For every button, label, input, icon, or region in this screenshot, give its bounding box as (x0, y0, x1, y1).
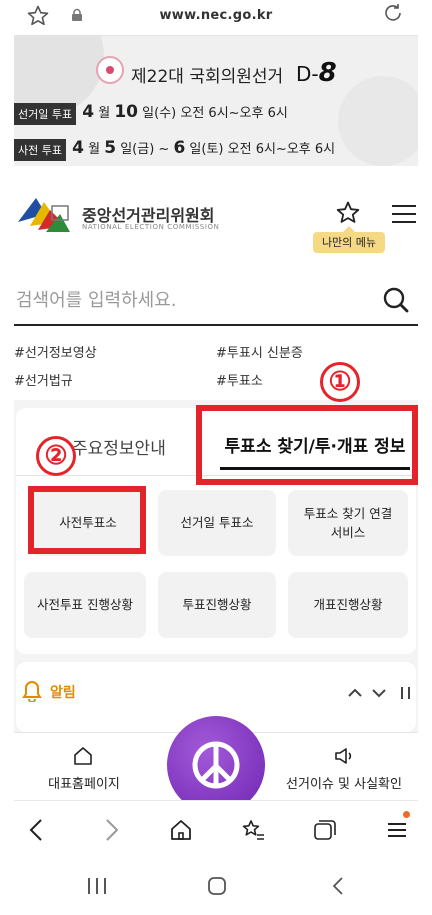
search-bar (14, 274, 418, 326)
tab-main-info[interactable]: 주요정보안내 (72, 434, 166, 459)
favorite-star-icon[interactable] (335, 200, 361, 226)
station-finder-service-button[interactable]: 투표소 찾기 연결 서비스 (288, 490, 408, 556)
forward-arrow-icon[interactable] (98, 817, 124, 843)
recent-apps-icon[interactable] (86, 876, 108, 896)
chevron-up-icon[interactable] (348, 688, 362, 698)
election-day-station-button[interactable]: 선거일 투표소 (158, 490, 276, 556)
counting-status-button[interactable]: 개표진행상황 (288, 572, 408, 638)
home-button-icon[interactable] (206, 876, 228, 896)
url-text[interactable]: www.nec.go.kr (14, 8, 418, 23)
election-day-tag: 선거일 투표 (14, 102, 77, 125)
hashtag-link[interactable]: #투표소 (216, 370, 263, 389)
reload-icon[interactable] (382, 2, 404, 24)
back-arrow-icon[interactable] (24, 817, 50, 843)
browser-page: www.nec.go.kr 제22대 국회의원선거 D-8 선거일 투표 4 월… (14, 0, 418, 915)
address-bar: www.nec.go.kr (14, 0, 418, 36)
browser-toolbar (14, 800, 418, 858)
early-voting-status-button[interactable]: 사전투표 진행상황 (24, 572, 146, 638)
annotation-box-tab (196, 405, 418, 485)
annotation-box-early-voting (28, 486, 146, 554)
annotation-number-one: ① (320, 362, 360, 402)
voting-status-button[interactable]: 투표진행상황 (158, 572, 276, 638)
election-day-row: 선거일 투표 4 월 10 일(수) 오전 6시~오후 6시 (14, 102, 288, 125)
search-input[interactable] (16, 282, 366, 318)
banner-decoration (338, 76, 418, 166)
right-gutter (418, 0, 432, 915)
left-gutter (0, 0, 14, 915)
hashtag-link[interactable]: #선거정보영상 (14, 342, 97, 361)
annotation-number-two: ② (36, 436, 76, 476)
early-voting-tag: 사전 투표 (14, 138, 66, 161)
pause-icon[interactable] (400, 686, 412, 700)
bookmarks-icon[interactable] (240, 817, 266, 843)
notice-label: 알림 (50, 685, 76, 701)
speaker-icon[interactable] (333, 745, 355, 767)
hashtag-link[interactable]: #투표시 신분증 (216, 342, 303, 361)
hashtag-link[interactable]: #선거법규 (14, 370, 73, 389)
chevron-down-icon[interactable] (372, 688, 386, 698)
early-voting-row: 사전 투표 4 월 5 일(금) ~ 6 일(토) 오전 6시~오후 6시 (14, 138, 335, 161)
election-banner[interactable]: 제22대 국회의원선거 D-8 선거일 투표 4 월 10 일(수) 오전 6시… (14, 36, 418, 166)
notification-dot (403, 811, 410, 818)
system-back-icon[interactable] (328, 876, 350, 896)
site-header: 중앙선거관리위원회 NATIONAL ELECTION COMMISSION 나… (14, 166, 418, 262)
bell-icon (22, 680, 42, 702)
browser-menu-icon[interactable] (384, 817, 410, 843)
system-navigation-bar (14, 858, 418, 915)
home-icon[interactable] (168, 817, 194, 843)
nec-logo-icon[interactable] (16, 192, 72, 234)
org-subtitle: NATIONAL ELECTION COMMISSION (82, 223, 220, 231)
dday-counter: D-8 (296, 58, 337, 88)
election-issue-link[interactable]: 선거이슈 및 사실확인 (274, 773, 414, 792)
main-homepage-link[interactable]: 대표홈페이지 (28, 773, 140, 792)
search-icon[interactable] (382, 286, 410, 314)
tabs-icon[interactable] (312, 817, 338, 843)
mascot-logo-icon (96, 56, 124, 84)
my-menu-tooltip[interactable]: 나만의 메뉴 (313, 226, 385, 253)
home-outline-icon[interactable] (72, 745, 94, 767)
hamburger-menu-icon[interactable] (392, 204, 416, 224)
election-title: 제22대 국회의원선거 (131, 67, 284, 87)
